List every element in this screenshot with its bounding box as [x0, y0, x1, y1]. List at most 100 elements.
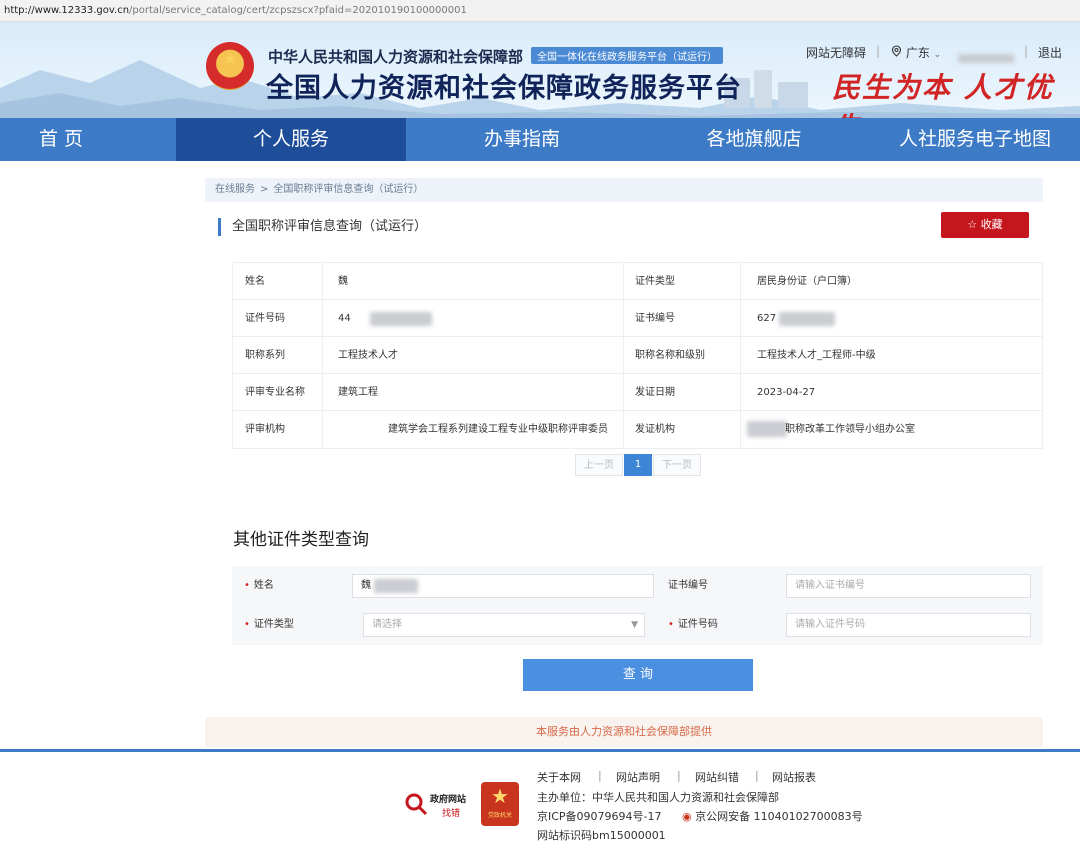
label-title-level: 职称名称和级别: [635, 350, 705, 361]
main-nav: 首 页 个人服务 办事指南 各地旗舰店 人社服务电子地图: [0, 118, 1080, 161]
breadcrumb-current: 全国职称评审信息查询（试运行）: [273, 184, 424, 195]
required-marker: •: [668, 619, 674, 630]
label-issue-date: 发证日期: [635, 387, 675, 398]
table-row: 评审机构 建筑学会工程系列建设工程专业中级职称评审委员 发证机构 职称改革工作领…: [233, 411, 1042, 448]
id-type-select[interactable]: 请选择 ▼: [363, 613, 645, 637]
breadcrumb-separator: >: [260, 184, 269, 195]
name-label: • 姓名: [244, 580, 274, 591]
redacted-name: [374, 579, 418, 593]
value-review-org: 建筑学会工程系列建设工程专业中级职称评审委员: [388, 424, 608, 435]
value-name: 魏: [338, 276, 348, 287]
footer-link-about[interactable]: 关于本网: [537, 769, 581, 785]
nav-item-guide[interactable]: 办事指南: [406, 118, 638, 161]
cert-number-input[interactable]: 请输入证书编号: [786, 574, 1031, 598]
pagination-next[interactable]: 下一页: [653, 454, 701, 476]
nav-item-local-stores[interactable]: 各地旗舰店: [638, 118, 870, 161]
page: http://www.12333.gov.cn/portal/service_c…: [0, 0, 1080, 849]
pagination-prev[interactable]: 上一页: [575, 454, 623, 476]
favorite-label: 收藏: [980, 218, 1003, 231]
pagination-page-1[interactable]: 1: [624, 454, 652, 476]
national-emblem-icon: [206, 42, 254, 90]
address-bar[interactable]: http://www.12333.gov.cn/portal/service_c…: [0, 0, 1080, 22]
slogan: 民生为本 人才优先: [832, 71, 1054, 118]
site-title: 全国人力资源和社会保障政务服务平台: [266, 73, 742, 104]
other-query-form: • 姓名 魏 证书编号 请输入证书编号 • 证件类型 请选择 ▼ • 证件号码 请输入…: [232, 566, 1043, 645]
name-input-value: 魏: [361, 580, 371, 591]
department-name: 中华人民共和国人力资源和社会保障部: [268, 48, 524, 66]
redacted-issuing-org-prefix: [747, 421, 787, 437]
site-header: 中华人民共和国人力资源和社会保障部 全国一体化在线政务服务平台（试运行） 全国人…: [0, 22, 1080, 118]
party-gov-org-badge[interactable]: ★ 党政机关: [481, 782, 519, 826]
label-name: 姓名: [245, 276, 265, 287]
value-id-number: 44: [338, 313, 351, 324]
footer-icp[interactable]: 京ICP备09079694号-17: [537, 808, 662, 824]
footer-link-separator: |: [598, 769, 602, 782]
party-badge-label: 党政机关: [487, 812, 512, 819]
value-cert-number: 627: [757, 313, 777, 324]
footer-sponsor: 主办单位：中华人民共和国人力资源和社会保障部: [537, 791, 779, 804]
location-pin-icon: [891, 45, 906, 60]
gov-badge-line1: 政府网站: [430, 795, 467, 805]
id-type-placeholder: 请选择: [372, 619, 402, 630]
certificate-info-table: 姓名 魏 证件类型 居民身份证（户口簿） 证件号码 44 证书编号 627 职称…: [232, 262, 1043, 449]
nav-item-personal-service[interactable]: 个人服务: [176, 118, 406, 161]
label-id-number: 证件号码: [245, 313, 285, 324]
other-query-title: 其他证件类型查询: [233, 530, 369, 550]
value-issue-date: 2023-04-27: [757, 387, 816, 398]
id-number-label: • 证件号码: [668, 619, 718, 630]
footer-site-id: 网站标识码bm15000001: [537, 829, 666, 842]
label-review-org: 评审机构: [245, 424, 285, 435]
logout-link[interactable]: 退出: [1038, 44, 1062, 61]
region-label: 广东: [905, 46, 930, 60]
nav-item-service-map[interactable]: 人社服务电子地图: [870, 118, 1080, 161]
id-type-label: • 证件类型: [244, 619, 294, 630]
dropdown-arrow-icon: ▼: [631, 620, 638, 630]
gov-site-error-report-badge[interactable]: 政府网站 找错: [404, 784, 476, 824]
magnifier-icon: [405, 793, 428, 816]
table-row: 姓名 魏 证件类型 居民身份证（户口簿）: [233, 263, 1042, 300]
redacted-cert-number: [779, 312, 835, 326]
footer-link-separator: |: [677, 769, 681, 782]
redacted-id-number: [370, 312, 432, 326]
value-id-type: 居民身份证（户口簿）: [757, 276, 857, 287]
value-specialty: 建筑工程: [338, 387, 378, 398]
id-number-input[interactable]: 请输入证件号码: [786, 613, 1031, 637]
header-divider: |: [1024, 44, 1029, 58]
value-issuing-org: 职称改革工作领导小组办公室: [785, 424, 915, 435]
provider-note: 本服务由人力资源和社会保障部提供: [205, 717, 1043, 747]
query-button[interactable]: 查 询: [523, 659, 753, 691]
table-row: 评审专业名称 建筑工程 发证日期 2023-04-27: [233, 374, 1042, 411]
footer-link-report[interactable]: 网站报表: [772, 769, 816, 785]
section-title: 全国职称评审信息查询（试运行）: [218, 218, 427, 236]
header-divider: |: [876, 44, 881, 58]
footer-link-separator: |: [755, 769, 759, 782]
label-specialty: 评审专业名称: [245, 387, 305, 398]
breadcrumb-root[interactable]: 在线服务: [215, 184, 255, 195]
redacted-username: [958, 54, 1014, 63]
region-selector[interactable]: 广东 ⌄: [891, 44, 941, 61]
cert-number-label: 证书编号: [668, 580, 708, 591]
label-issuing-org: 发证机构: [635, 424, 675, 435]
platform-tag: 全国一体化在线政务服务平台（试运行）: [531, 47, 723, 64]
footer-link-correction[interactable]: 网站纠错: [695, 769, 739, 785]
favorite-button[interactable]: ☆ 收藏: [941, 212, 1029, 238]
table-row: 职称系列 工程技术人才 职称名称和级别 工程技术人才_工程师-中级: [233, 337, 1042, 374]
required-marker: •: [244, 580, 250, 591]
breadcrumb: 在线服务 > 全国职称评审信息查询（试运行）: [205, 178, 1043, 202]
accessibility-link[interactable]: 网站无障碍: [806, 44, 866, 61]
value-title-series: 工程技术人才: [338, 350, 398, 361]
party-emblem-icon: ★: [491, 784, 509, 808]
label-id-type: 证件类型: [635, 276, 675, 287]
table-row: 证件号码 44 证书编号 627: [233, 300, 1042, 337]
gov-badge-line2: 找错: [442, 809, 461, 819]
label-title-series: 职称系列: [245, 350, 285, 361]
footer-link-statement[interactable]: 网站声明: [616, 769, 660, 785]
required-marker: •: [244, 619, 250, 630]
url-path: /portal/service_catalog/cert/zcpszscx?pf…: [129, 5, 467, 16]
label-cert-number: 证书编号: [635, 313, 675, 324]
footer-police-record[interactable]: ◉ 京公网安备 11040102700083号: [682, 808, 863, 824]
police-badge-icon: ◉: [682, 810, 692, 823]
nav-item-home[interactable]: 首 页: [0, 118, 122, 161]
url-host: http://www.12333.gov.cn: [4, 5, 130, 16]
value-title-level: 工程技术人才_工程师-中级: [757, 350, 876, 361]
